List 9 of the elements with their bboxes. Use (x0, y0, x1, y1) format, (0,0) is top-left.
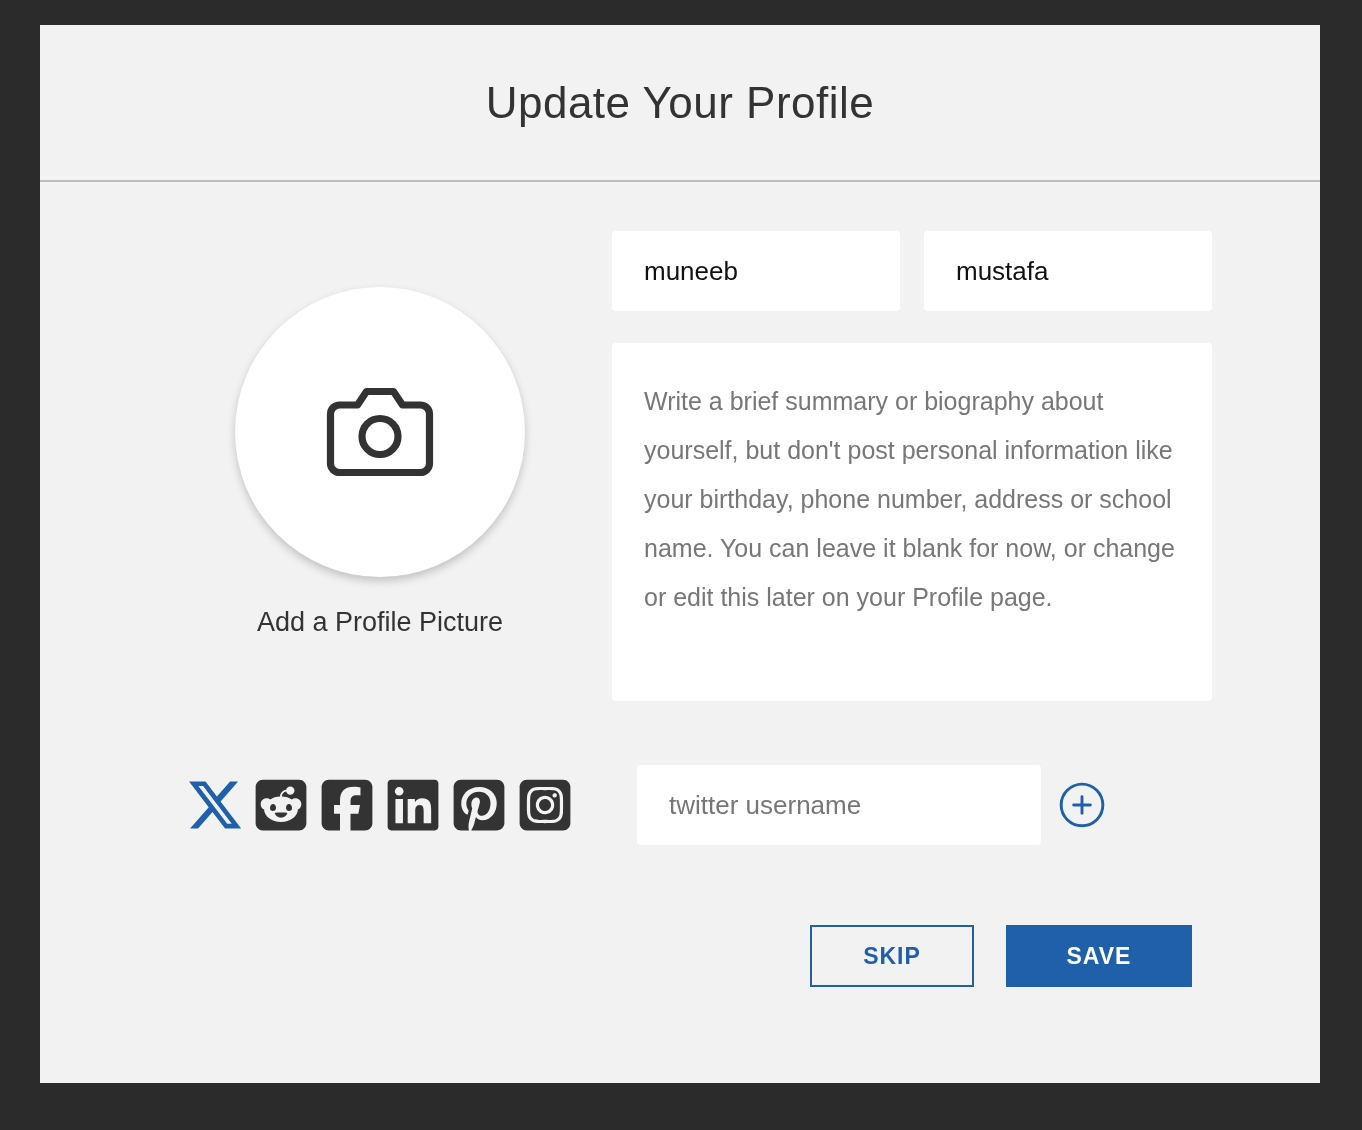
add-button[interactable] (1057, 780, 1107, 830)
last-name-field[interactable]: mustafa (924, 231, 1212, 311)
bio-field[interactable]: Write a brief summary or biography about yourself, but don't post personal information like your birthday, phone number, address or school name. You can leave it blank for now, or change or edit this later on your Profile page. (612, 343, 1212, 701)
dialog-title: Update Your Profile (485, 77, 875, 128)
skip-button[interactable]: SKIP (810, 925, 974, 987)
social-username-field[interactable]: twitter username (637, 765, 1041, 845)
first-name-field[interactable]: muneeb (612, 231, 900, 311)
profile-picture-label: Add a Profile Picture (256, 607, 504, 638)
save-button[interactable]: SAVE (1006, 925, 1192, 987)
